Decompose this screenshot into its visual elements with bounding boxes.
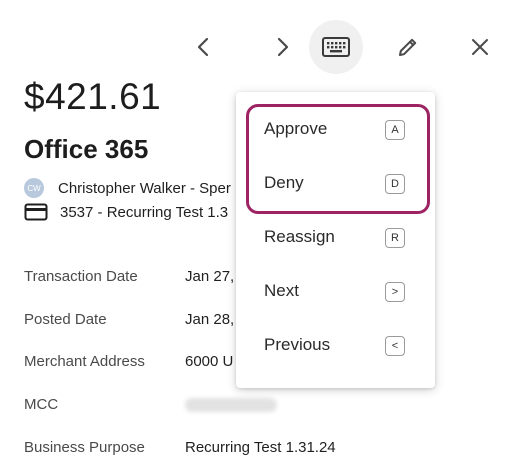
shortcut-key-badge: D xyxy=(385,174,405,194)
menu-item-label: Reassign xyxy=(264,227,335,246)
transaction-date-label: Transaction Date xyxy=(24,268,138,285)
transaction-amount: $421.61 xyxy=(24,76,162,117)
card-row: 3537 - Recurring Test 1.3 xyxy=(24,203,228,221)
avatar: CW xyxy=(24,178,44,198)
posted-date-value: Jan 28, xyxy=(185,311,235,328)
transaction-date-value: Jan 27, xyxy=(185,268,235,285)
previous-button[interactable] xyxy=(177,20,231,74)
menu-item-label: Approve xyxy=(264,119,328,138)
edit-button[interactable] xyxy=(381,20,435,74)
menu-item-reassign[interactable]: Reassign R xyxy=(236,211,435,265)
mcc-value xyxy=(185,398,277,416)
keyboard-shortcuts-menu: Approve A Deny D Reassign R Next > Previ… xyxy=(236,92,435,388)
cardholder-row: CW Christopher Walker - Sper xyxy=(24,178,231,198)
merchant-address-value: 6000 U xyxy=(185,353,234,370)
shortcut-key-badge: A xyxy=(385,120,405,140)
menu-item-deny[interactable]: Deny D xyxy=(236,157,435,211)
shortcut-key-badge: > xyxy=(385,282,405,302)
business-purpose-label: Business Purpose xyxy=(24,439,145,456)
menu-item-label: Next xyxy=(264,281,299,300)
posted-date-label: Posted Date xyxy=(24,311,107,328)
menu-item-previous[interactable]: Previous < xyxy=(236,319,435,373)
shortcut-key-badge: < xyxy=(385,336,405,356)
merchant-address-label: Merchant Address xyxy=(24,353,145,370)
keyboard-icon xyxy=(322,37,350,57)
keyboard-shortcuts-button[interactable] xyxy=(309,20,363,74)
chevron-right-icon xyxy=(277,37,289,57)
pencil-icon xyxy=(399,38,417,56)
chevron-left-icon xyxy=(197,37,209,57)
menu-item-approve[interactable]: Approve A xyxy=(236,103,435,157)
merchant-name: Office 365 xyxy=(24,134,149,164)
close-button[interactable] xyxy=(453,20,507,74)
shortcut-key-badge: R xyxy=(385,228,405,248)
redacted-text xyxy=(185,398,277,412)
mcc-label: MCC xyxy=(24,396,59,413)
close-icon xyxy=(472,39,488,55)
credit-card-icon xyxy=(24,203,48,221)
menu-item-label: Deny xyxy=(264,173,304,192)
menu-item-label: Previous xyxy=(264,335,331,354)
menu-item-next[interactable]: Next > xyxy=(236,265,435,319)
next-button[interactable] xyxy=(255,20,309,74)
cardholder-name: Christopher Walker - Sper xyxy=(58,179,231,197)
card-label: 3537 - Recurring Test 1.3 xyxy=(60,203,229,221)
business-purpose-value: Recurring Test 1.31.24 xyxy=(185,439,336,456)
